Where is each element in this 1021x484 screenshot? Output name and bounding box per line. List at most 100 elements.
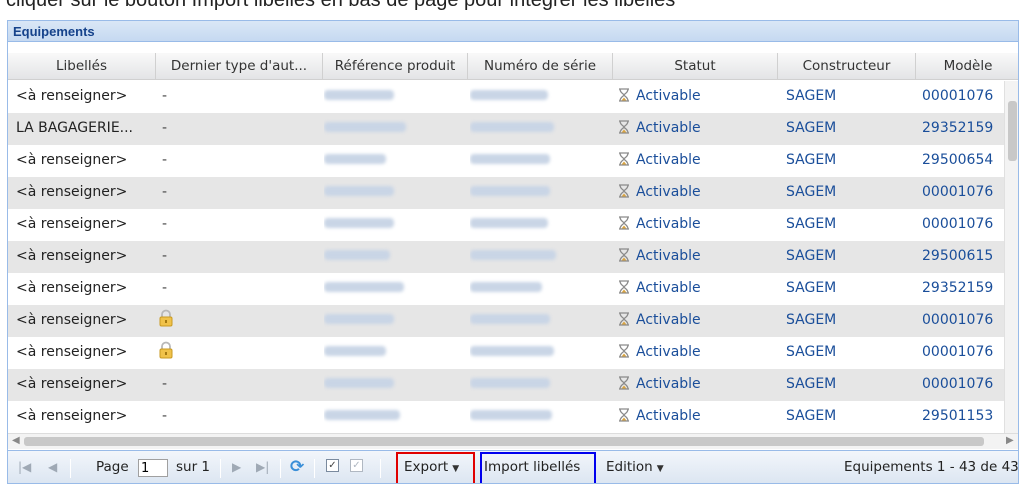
grid-header: Libellés Dernier type d'aut... Référence…	[8, 53, 1018, 80]
cell-numero-serie-redacted	[470, 273, 610, 305]
cell-reference-produit-redacted	[324, 273, 464, 305]
redacted-text	[324, 218, 394, 228]
top-cropped-text: cliquer sur le bouton Import libellés en…	[6, 0, 676, 11]
cell-statut: Activable	[618, 401, 778, 433]
export-highlight-box	[396, 452, 475, 483]
column-header-statut[interactable]: Statut	[613, 53, 778, 80]
hourglass-icon	[618, 343, 636, 360]
cell-statut: Activable	[618, 337, 778, 369]
cell-constructeur: SAGEM	[786, 216, 837, 232]
cell-dernier-type: -	[158, 209, 308, 241]
table-row[interactable]: <à renseigner> - Activable SAGEM 29352159	[8, 273, 1004, 305]
table-row[interactable]: <à renseigner> - Activable SAGEM 00001076	[8, 177, 1004, 209]
cell-modele: 29500654	[922, 152, 994, 168]
scroll-right-arrow-icon[interactable]: ▶	[1006, 435, 1014, 446]
cell-libelle[interactable]: LA BAGAGERIE...	[16, 113, 156, 145]
cell-reference-produit-redacted	[324, 81, 464, 113]
table-row[interactable]: <à renseigner> - Activable SAGEM 00001076	[8, 369, 1004, 401]
scroll-left-arrow-icon[interactable]: ◀	[12, 435, 20, 446]
cell-reference-produit-redacted	[324, 209, 464, 241]
statut-value: Activable	[636, 376, 701, 392]
hourglass-icon	[618, 407, 636, 424]
statut-value: Activable	[636, 120, 701, 136]
statut-value: Activable	[636, 344, 701, 360]
redacted-text	[324, 186, 394, 196]
edition-button[interactable]: Edition ▼	[606, 451, 664, 483]
cell-modele: 29500615	[922, 248, 994, 264]
statut-value: Activable	[636, 312, 701, 328]
column-header-constructeur[interactable]: Constructeur	[778, 53, 916, 80]
redacted-text	[470, 410, 552, 420]
dernier-type-value: -	[162, 248, 168, 264]
cell-libelle[interactable]: <à renseigner>	[16, 369, 156, 401]
cell-constructeur: SAGEM	[786, 120, 837, 136]
first-page-icon[interactable]: |◀	[18, 451, 31, 483]
next-page-icon[interactable]: ▶	[232, 451, 241, 483]
top-cropped-text-strip: cliquer sur le bouton Import libellés en…	[0, 0, 1021, 16]
vertical-scrollbar[interactable]	[1004, 81, 1018, 433]
cell-libelle[interactable]: <à renseigner>	[16, 273, 156, 305]
vertical-scroll-thumb[interactable]	[1008, 101, 1017, 161]
column-header-libelles[interactable]: Libellés	[8, 53, 156, 80]
table-row[interactable]: <à renseigner> - Activable SAGEM 29500615	[8, 241, 1004, 273]
cell-libelle[interactable]: <à renseigner>	[16, 305, 156, 337]
cell-libelle[interactable]: <à renseigner>	[16, 241, 156, 273]
cell-modele: 00001076	[922, 344, 994, 360]
cell-reference-produit-redacted	[324, 401, 464, 433]
select-all-checkbox-icon[interactable]: ✓	[326, 451, 339, 483]
page-count-label: sur 1	[176, 459, 211, 475]
refresh-icon[interactable]: ⟳	[290, 451, 304, 483]
cell-dernier-type: -	[158, 81, 308, 113]
separator	[220, 459, 221, 478]
cell-modele: 29352159	[922, 120, 994, 136]
column-header-modele[interactable]: Modèle	[916, 53, 1018, 80]
hourglass-icon	[618, 183, 636, 200]
table-row[interactable]: <à renseigner> Activable SAGEM 00001076	[8, 337, 1004, 369]
cell-constructeur: SAGEM	[786, 184, 837, 200]
cell-libelle[interactable]: <à renseigner>	[16, 177, 156, 209]
cell-reference-produit-redacted	[324, 177, 464, 209]
column-header-numero-serie[interactable]: Numéro de série	[468, 53, 613, 80]
redacted-text	[324, 90, 394, 100]
cell-libelle[interactable]: <à renseigner>	[16, 209, 156, 241]
hourglass-icon	[618, 151, 636, 168]
statut-value: Activable	[636, 408, 701, 424]
cell-modele: 00001076	[922, 376, 994, 392]
prev-page-icon[interactable]: ◀	[48, 451, 57, 483]
cell-statut: Activable	[618, 145, 778, 177]
page-number-input[interactable]	[138, 459, 168, 477]
hourglass-icon	[618, 247, 636, 264]
panel-title: Equipements	[13, 24, 95, 39]
table-row[interactable]: <à renseigner> - Activable SAGEM 00001076	[8, 81, 1004, 113]
table-row[interactable]: <à renseigner> - Activable SAGEM 00001076	[8, 209, 1004, 241]
table-row[interactable]: <à renseigner> Activable SAGEM 00001076	[8, 305, 1004, 337]
cell-libelle[interactable]: <à renseigner>	[16, 337, 156, 369]
redacted-text	[324, 410, 400, 420]
cell-modele: 00001076	[922, 88, 994, 104]
redacted-text	[324, 282, 404, 292]
cell-constructeur: SAGEM	[786, 312, 837, 328]
last-page-icon[interactable]: ▶|	[256, 451, 269, 483]
table-row[interactable]: <à renseigner> - Activable SAGEM 29501153	[8, 401, 1004, 433]
cell-statut: Activable	[618, 273, 778, 305]
cell-dernier-type: -	[158, 113, 308, 145]
redacted-text	[324, 154, 386, 164]
horizontal-scroll-thumb[interactable]	[24, 437, 984, 446]
grid-body: <à renseigner> - Activable SAGEM 00001076 LA …	[8, 81, 1004, 433]
horizontal-scrollbar[interactable]: ◀ ▶	[8, 433, 1018, 449]
table-row[interactable]: LA BAGAGERIE... - Activable SAGEM 29352159	[8, 113, 1004, 145]
table-row[interactable]: <à renseigner> - Activable SAGEM 29500654	[8, 145, 1004, 177]
cell-libelle[interactable]: <à renseigner>	[16, 401, 156, 433]
cell-reference-produit-redacted	[324, 113, 464, 145]
cell-constructeur: SAGEM	[786, 408, 837, 424]
redacted-text	[324, 250, 390, 260]
dernier-type-value: -	[162, 152, 168, 168]
cell-libelle[interactable]: <à renseigner>	[16, 81, 156, 113]
equipements-panel: Equipements Libellés Dernier type d'aut.…	[7, 20, 1019, 484]
cell-libelle[interactable]: <à renseigner>	[16, 145, 156, 177]
statut-value: Activable	[636, 88, 701, 104]
cell-numero-serie-redacted	[470, 305, 610, 337]
deselect-checkbox-icon[interactable]: ✓	[350, 451, 363, 483]
column-header-dernier-type[interactable]: Dernier type d'aut...	[156, 53, 323, 80]
column-header-reference-produit[interactable]: Référence produit	[323, 53, 468, 80]
